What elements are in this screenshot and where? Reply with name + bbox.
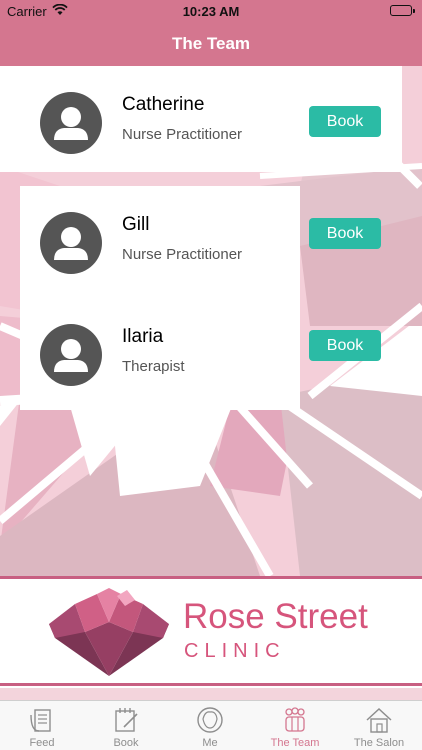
member-name: Gill	[122, 214, 150, 235]
book-icon	[115, 708, 138, 732]
person-icon	[54, 227, 88, 260]
book-button[interactable]: Book	[309, 330, 381, 361]
member-name: Catherine	[122, 94, 205, 115]
status-bar: Carrier 10:23 AM	[0, 0, 422, 22]
member-role: Therapist	[122, 358, 185, 375]
person-icon	[54, 339, 88, 372]
tab-the-team[interactable]: The Team	[253, 701, 337, 750]
team-list[interactable]: Catherine Nurse Practitioner Book Gill N…	[0, 66, 422, 576]
team-card: Gill Nurse Practitioner	[20, 186, 300, 298]
tab-label: The Salon	[353, 737, 405, 749]
tab-bar: Feed Book Me The Team The Salon	[0, 700, 422, 750]
battery-icon	[390, 5, 415, 16]
team-icon	[285, 707, 305, 732]
tab-label: Feed	[29, 737, 55, 749]
feed-icon	[30, 709, 51, 732]
tab-label: Book	[113, 737, 139, 749]
brand-banner: Rose Street CLINIC	[0, 576, 422, 686]
tab-label: The Team	[270, 737, 320, 749]
tab-the-salon[interactable]: The Salon	[337, 701, 421, 750]
rose-logo-icon	[49, 588, 169, 676]
status-time: 10:23 AM	[182, 4, 240, 19]
book-button[interactable]: Book	[309, 106, 381, 137]
me-icon	[197, 707, 223, 733]
page-title: The Team	[171, 34, 251, 53]
brand-title: Rose Street	[183, 597, 368, 636]
person-icon	[54, 107, 88, 140]
member-role: Nurse Practitioner	[122, 126, 243, 143]
tab-me[interactable]: Me	[168, 701, 252, 750]
nav-bar: The Team	[0, 22, 422, 66]
brand-subtitle: CLINIC	[184, 640, 286, 662]
tab-feed[interactable]: Feed	[0, 701, 84, 750]
team-card: Ilaria Therapist	[20, 298, 300, 410]
avatar	[40, 92, 102, 154]
tab-label: Me	[202, 737, 218, 749]
member-name: Ilaria	[122, 326, 164, 347]
member-role: Nurse Practitioner	[122, 246, 243, 263]
salon-icon	[366, 707, 392, 733]
book-button[interactable]: Book	[309, 218, 381, 249]
avatar	[40, 324, 102, 386]
tab-book[interactable]: Book	[84, 701, 168, 750]
decorative-strip	[0, 688, 422, 700]
avatar	[40, 212, 102, 274]
